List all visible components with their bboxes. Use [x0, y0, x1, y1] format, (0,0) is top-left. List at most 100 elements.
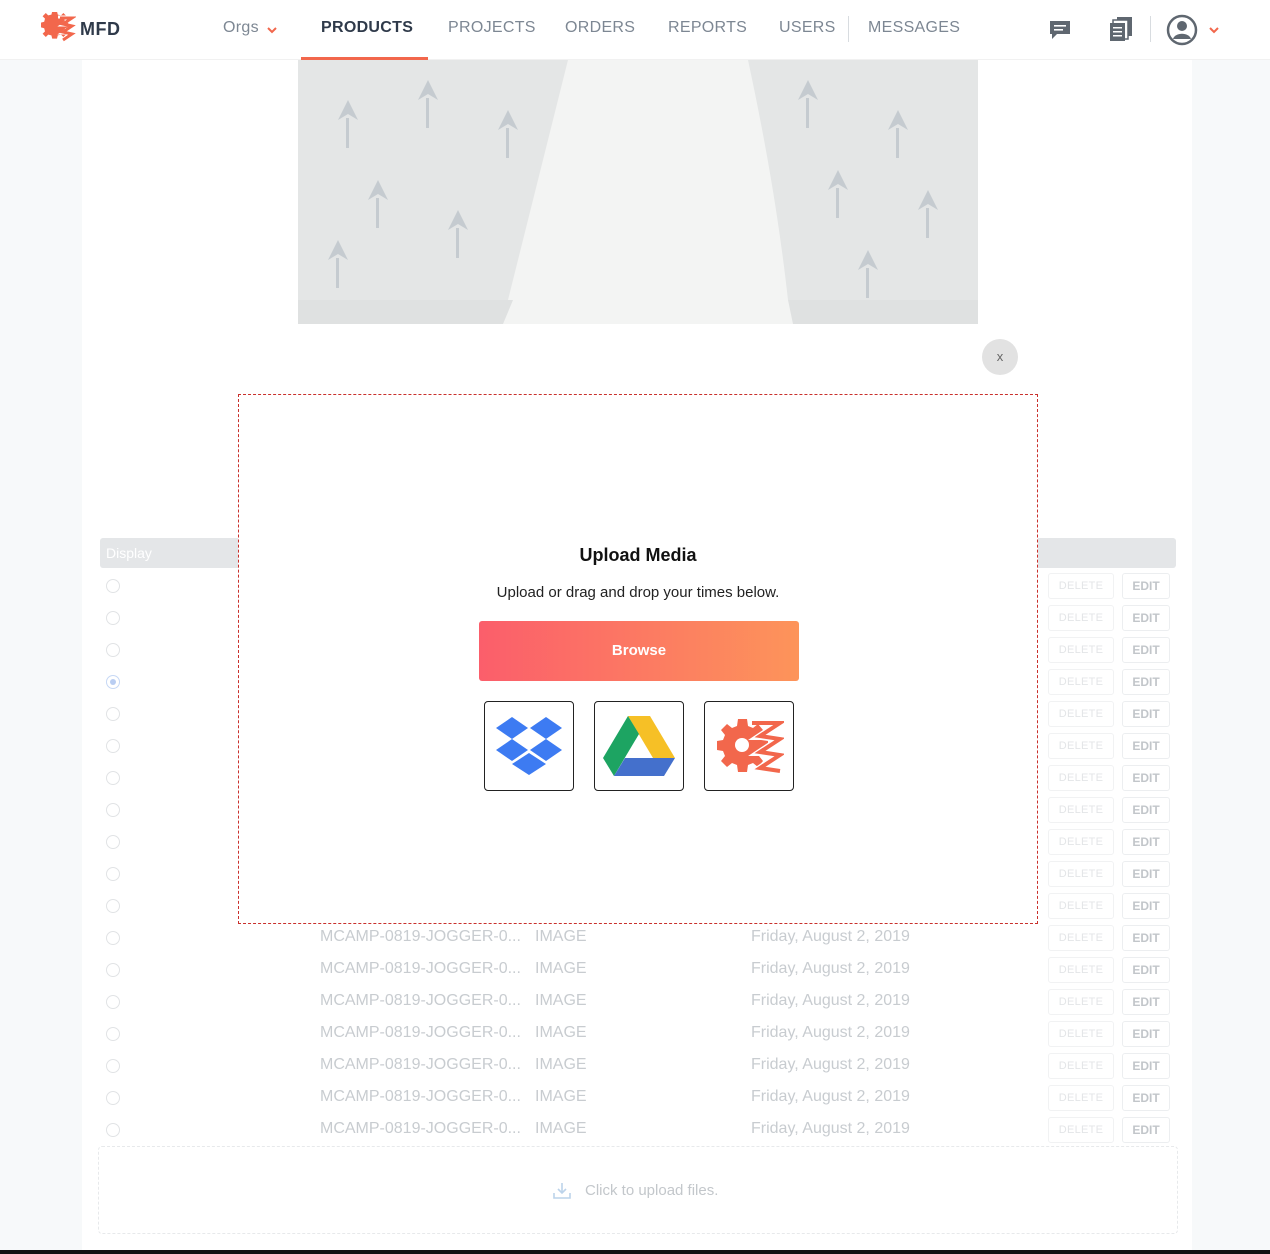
display-radio-selected[interactable]	[106, 675, 120, 689]
close-button[interactable]: x	[982, 339, 1018, 375]
active-tab-indicator	[301, 57, 428, 60]
delete-button[interactable]: DELETE	[1048, 797, 1114, 823]
media-name: MCAMP-0819-JOGGER-0...	[320, 992, 521, 1009]
mfd-library-source-button[interactable]	[704, 701, 794, 791]
edit-button[interactable]: EDIT	[1122, 893, 1170, 919]
table-row[interactable]: MCAMP-0819-JOGGER-0... IMAGE Friday, Aug…	[100, 922, 1176, 954]
display-radio[interactable]	[106, 963, 120, 977]
delete-button[interactable]: DELETE	[1048, 573, 1114, 599]
edit-button[interactable]: EDIT	[1122, 733, 1170, 759]
edit-button[interactable]: EDIT	[1122, 829, 1170, 855]
google-drive-source-button[interactable]	[594, 701, 684, 791]
user-avatar-icon[interactable]	[1166, 14, 1198, 46]
display-radio[interactable]	[106, 1027, 120, 1041]
chat-icon[interactable]	[1048, 19, 1072, 41]
delete-button[interactable]: DELETE	[1048, 1117, 1114, 1143]
media-name: MCAMP-0819-JOGGER-0...	[320, 1088, 521, 1105]
media-name: MCAMP-0819-JOGGER-0...	[320, 1120, 521, 1137]
edit-button[interactable]: EDIT	[1122, 573, 1170, 599]
display-radio[interactable]	[106, 707, 120, 721]
chevron-down-icon[interactable]	[1208, 24, 1220, 36]
edit-button[interactable]: EDIT	[1122, 1053, 1170, 1079]
delete-button[interactable]: DELETE	[1048, 1053, 1114, 1079]
display-radio[interactable]	[106, 931, 120, 945]
edit-button[interactable]: EDIT	[1122, 1117, 1170, 1143]
table-row[interactable]: MCAMP-0819-JOGGER-0... IMAGE Friday, Aug…	[100, 1018, 1176, 1050]
delete-button[interactable]: DELETE	[1048, 1085, 1114, 1111]
nav-divider	[848, 16, 849, 42]
google-drive-icon	[603, 716, 675, 776]
nav-users[interactable]: USERS	[779, 19, 836, 37]
display-radio[interactable]	[106, 1091, 120, 1105]
nav-messages[interactable]: MESSAGES	[868, 19, 960, 37]
nav-reports[interactable]: REPORTS	[668, 19, 747, 37]
jogger-pants-photo	[298, 60, 978, 324]
edit-button[interactable]: EDIT	[1122, 605, 1170, 631]
media-name: MCAMP-0819-JOGGER-0...	[320, 1056, 521, 1073]
display-column-header: Display	[106, 545, 152, 561]
delete-button[interactable]: DELETE	[1048, 861, 1114, 887]
top-nav: MFD Orgs PRODUCTS PROJECTS ORDERS REPORT…	[0, 0, 1270, 60]
table-row[interactable]: MCAMP-0819-JOGGER-0... IMAGE Friday, Aug…	[100, 1050, 1176, 1082]
display-radio[interactable]	[106, 803, 120, 817]
display-radio[interactable]	[106, 899, 120, 913]
table-row[interactable]: MCAMP-0819-JOGGER-0... IMAGE Friday, Aug…	[100, 954, 1176, 986]
delete-button[interactable]: DELETE	[1048, 893, 1114, 919]
edit-button[interactable]: EDIT	[1122, 861, 1170, 887]
display-radio[interactable]	[106, 1123, 120, 1137]
file-dropzone[interactable]: Click to upload files.	[98, 1146, 1178, 1234]
nav-projects[interactable]: PROJECTS	[448, 19, 536, 37]
display-radio[interactable]	[106, 611, 120, 625]
edit-button[interactable]: EDIT	[1122, 637, 1170, 663]
window-bottom-edge	[0, 1250, 1270, 1254]
delete-button[interactable]: DELETE	[1048, 637, 1114, 663]
table-row[interactable]: MCAMP-0819-JOGGER-0... IMAGE Friday, Aug…	[100, 1114, 1176, 1146]
display-radio[interactable]	[106, 835, 120, 849]
media-date: Friday, August 2, 2019	[751, 928, 910, 945]
upload-media-modal: Upload Media Upload or drag and drop you…	[238, 394, 1038, 924]
edit-button[interactable]: EDIT	[1122, 701, 1170, 727]
display-radio[interactable]	[106, 579, 120, 593]
display-radio[interactable]	[106, 771, 120, 785]
media-name: MCAMP-0819-JOGGER-0...	[320, 960, 521, 977]
chevron-down-icon[interactable]	[266, 24, 278, 36]
display-radio[interactable]	[106, 1059, 120, 1073]
display-radio[interactable]	[106, 995, 120, 1009]
delete-button[interactable]: DELETE	[1048, 765, 1114, 791]
media-type: IMAGE	[535, 960, 587, 977]
display-radio[interactable]	[106, 643, 120, 657]
media-type: IMAGE	[535, 1120, 587, 1137]
edit-button[interactable]: EDIT	[1122, 957, 1170, 983]
delete-button[interactable]: DELETE	[1048, 1021, 1114, 1047]
edit-button[interactable]: EDIT	[1122, 925, 1170, 951]
delete-button[interactable]: DELETE	[1048, 829, 1114, 855]
edit-button[interactable]: EDIT	[1122, 989, 1170, 1015]
delete-button[interactable]: DELETE	[1048, 925, 1114, 951]
delete-button[interactable]: DELETE	[1048, 701, 1114, 727]
display-radio[interactable]	[106, 739, 120, 753]
delete-button[interactable]: DELETE	[1048, 669, 1114, 695]
documents-icon[interactable]	[1108, 16, 1134, 42]
logo[interactable]: MFD	[38, 12, 121, 46]
edit-button[interactable]: EDIT	[1122, 1021, 1170, 1047]
logo-text: MFD	[80, 18, 121, 39]
orgs-dropdown[interactable]: Orgs	[223, 19, 259, 37]
delete-button[interactable]: DELETE	[1048, 957, 1114, 983]
browse-button[interactable]: Browse	[479, 621, 799, 681]
delete-button[interactable]: DELETE	[1048, 605, 1114, 631]
display-radio[interactable]	[106, 867, 120, 881]
media-type: IMAGE	[535, 928, 587, 945]
dropbox-source-button[interactable]	[484, 701, 574, 791]
media-date: Friday, August 2, 2019	[751, 1056, 910, 1073]
delete-button[interactable]: DELETE	[1048, 989, 1114, 1015]
edit-button[interactable]: EDIT	[1122, 765, 1170, 791]
table-row[interactable]: MCAMP-0819-JOGGER-0... IMAGE Friday, Aug…	[100, 986, 1176, 1018]
edit-button[interactable]: EDIT	[1122, 669, 1170, 695]
edit-button[interactable]: EDIT	[1122, 1085, 1170, 1111]
nav-orders[interactable]: ORDERS	[565, 19, 635, 37]
nav-products[interactable]: PRODUCTS	[321, 19, 413, 37]
delete-button[interactable]: DELETE	[1048, 733, 1114, 759]
table-row[interactable]: MCAMP-0819-JOGGER-0... IMAGE Friday, Aug…	[100, 1082, 1176, 1114]
edit-button[interactable]: EDIT	[1122, 797, 1170, 823]
mfd-library-icon	[717, 718, 784, 773]
